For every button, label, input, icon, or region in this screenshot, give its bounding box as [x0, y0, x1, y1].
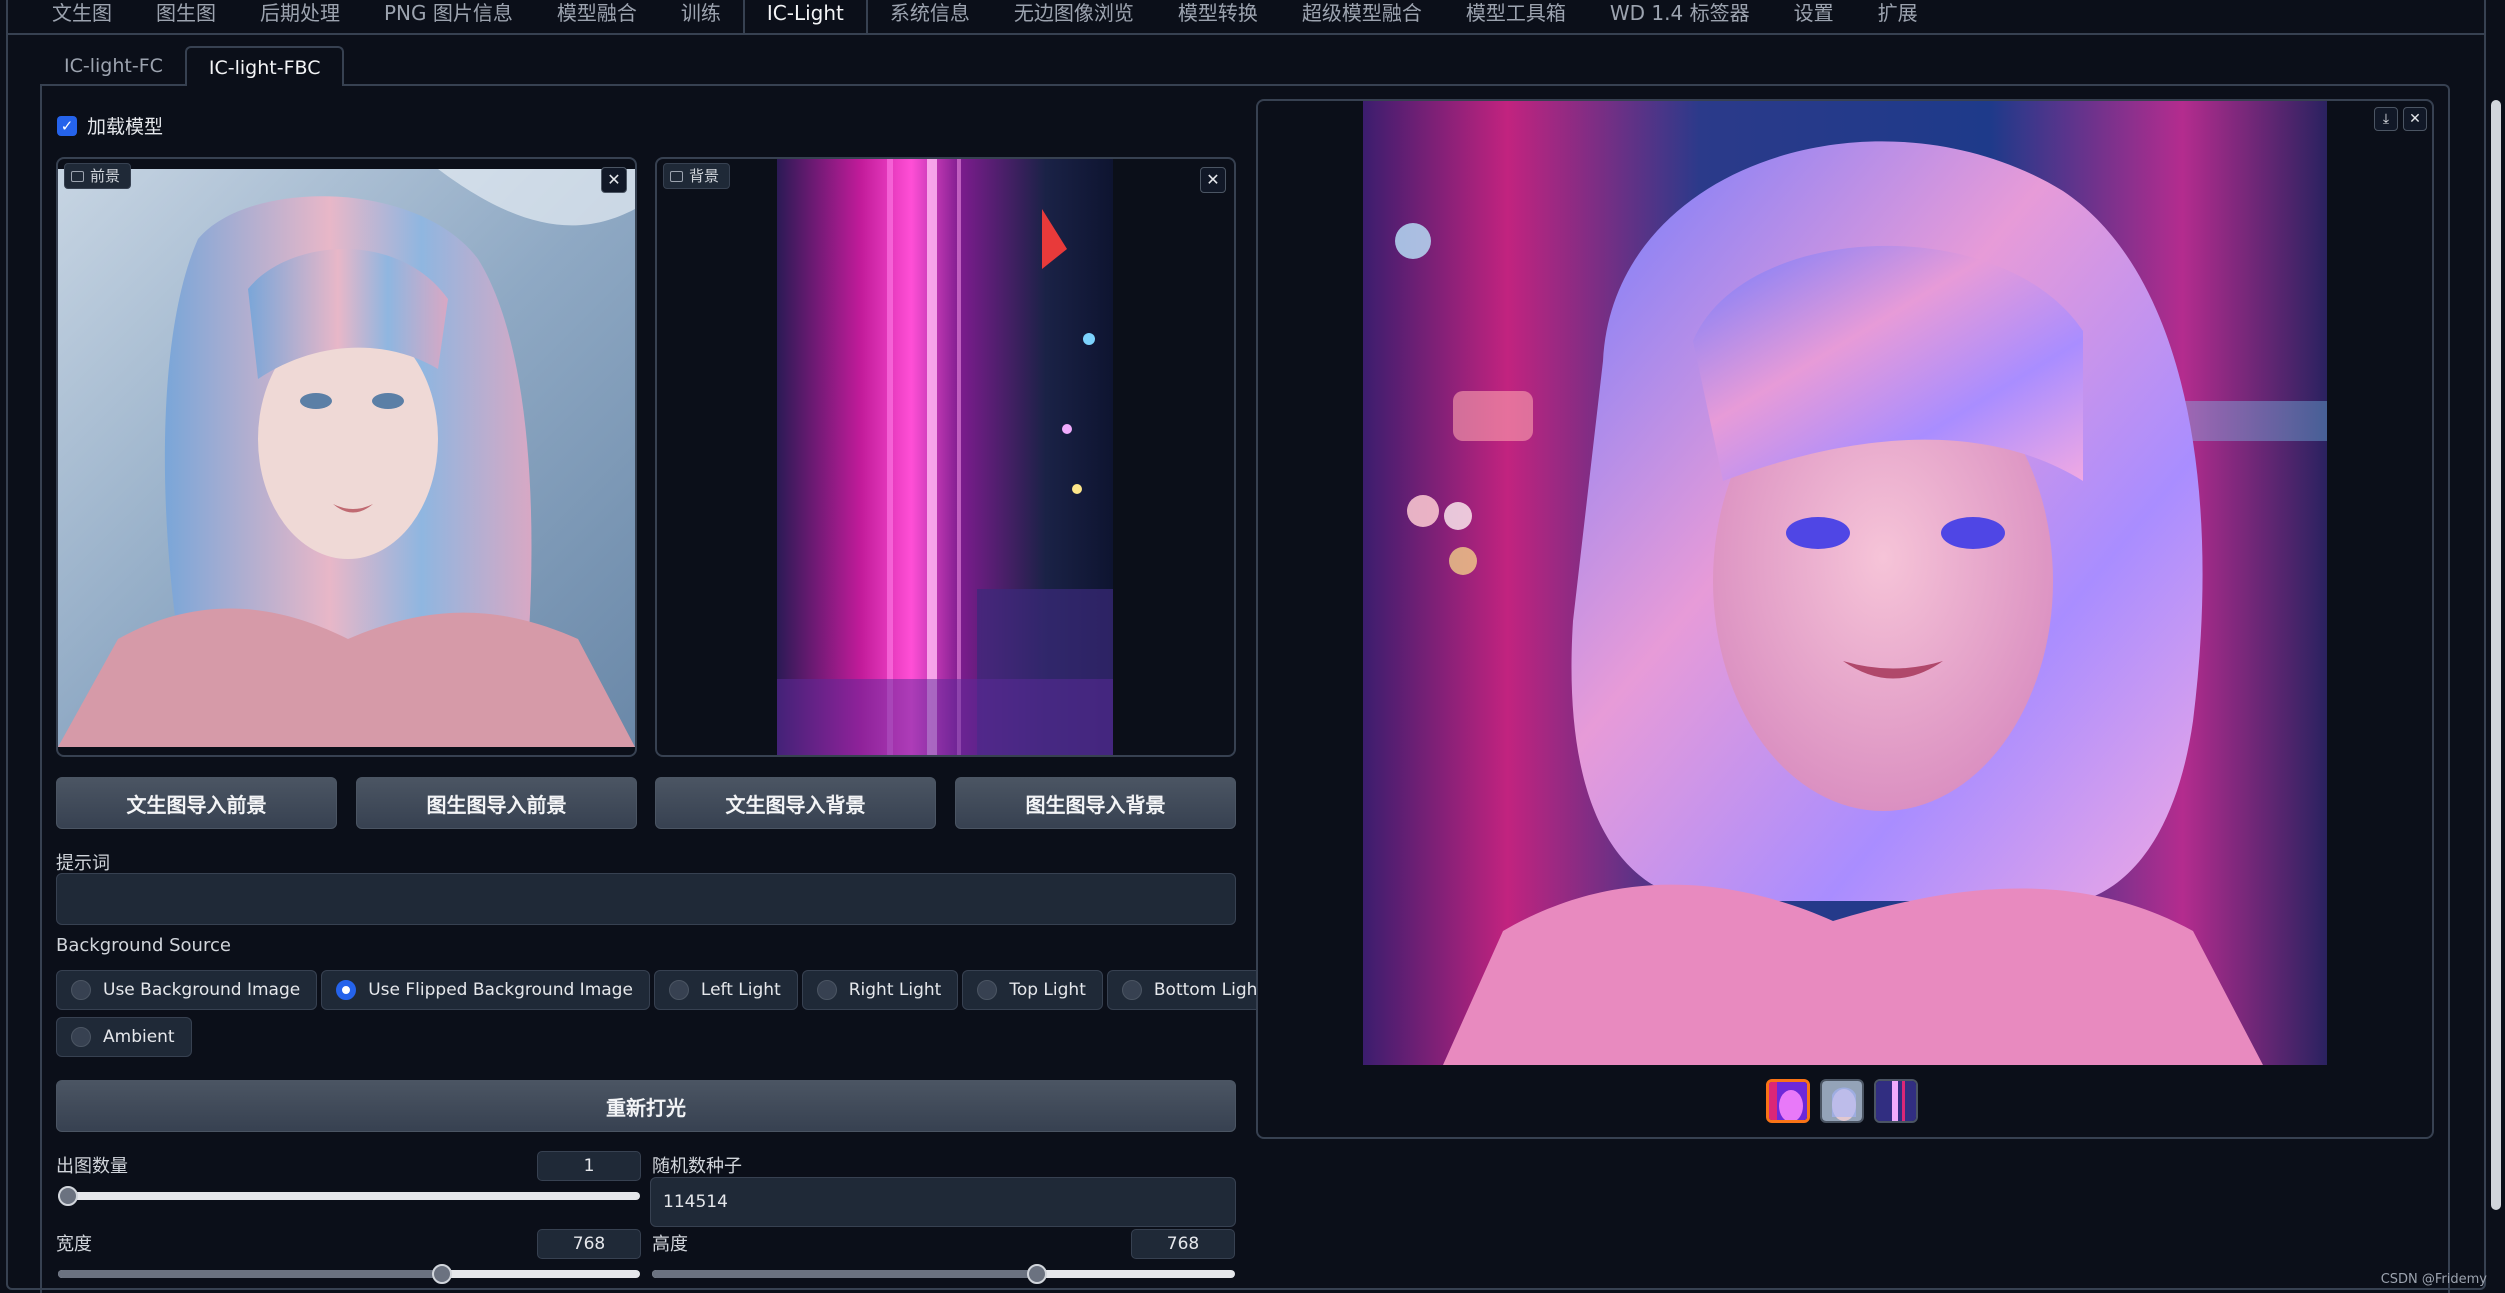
radio-dot — [71, 980, 91, 1000]
width-slider-thumb[interactable] — [432, 1264, 452, 1284]
relight-button[interactable]: 重新打光 — [56, 1080, 1236, 1132]
height-label: 高度 — [652, 1234, 688, 1255]
tab-system-info[interactable]: 系统信息 — [868, 0, 992, 34]
background-image-box[interactable]: 背景 ✕ — [655, 157, 1236, 757]
load-model-label: 加载模型 — [87, 116, 164, 138]
txt2img-to-foreground-button[interactable]: 文生图导入前景 — [56, 777, 337, 829]
tab-model-merge[interactable]: 模型融合 — [535, 0, 659, 34]
radio-use-flipped-background-image[interactable]: Use Flipped Background Image — [321, 970, 650, 1010]
radio-dot — [977, 980, 998, 1000]
load-model-row: ✓ 加载模型 — [57, 112, 163, 139]
batch-count-input[interactable]: 1 — [537, 1151, 641, 1181]
close-icon: ✕ — [607, 170, 621, 189]
background-close-button[interactable]: ✕ — [1200, 167, 1226, 193]
radio-right-light[interactable]: Right Light — [801, 970, 959, 1010]
background-source-radios-row2: Ambient — [56, 1017, 192, 1057]
radio-label: Right Light — [848, 980, 942, 1000]
prompt-label: 提示词 — [56, 853, 110, 874]
width-slider[interactable] — [58, 1264, 640, 1284]
img2img-to-foreground-button[interactable]: 图生图导入前景 — [356, 777, 637, 829]
gallery-thumbnail[interactable] — [1874, 1079, 1918, 1123]
watermark: CSDN @Fridemy — [2380, 1272, 2487, 1287]
tab-model-toolkit[interactable]: 模型工具箱 — [1444, 0, 1588, 34]
foreground-image-box[interactable]: 前景 ✕ — [56, 157, 637, 757]
load-model-checkbox[interactable]: ✓ — [57, 115, 77, 136]
download-icon: ⤓ — [2382, 111, 2390, 127]
radio-dot — [71, 1027, 91, 1047]
tab-img2img[interactable]: 图生图 — [134, 0, 238, 34]
radio-dot — [668, 980, 689, 1000]
foreground-tag: 前景 — [64, 163, 132, 189]
background-label: 背景 — [689, 167, 720, 185]
tab-extensions[interactable]: 扩展 — [1856, 0, 1940, 34]
page-scrollbar[interactable] — [2491, 100, 2501, 1210]
tab-divider — [6, 33, 2485, 35]
foreground-photo — [58, 169, 635, 747]
tab-super-merge[interactable]: 超级模型融合 — [1280, 0, 1444, 34]
radio-dot — [1121, 980, 1142, 1000]
output-image[interactable] — [1363, 101, 2327, 1065]
batch-count-slider-thumb[interactable] — [58, 1186, 78, 1206]
tab-png-info[interactable]: PNG 图片信息 — [362, 0, 535, 34]
width-slider-fill — [58, 1270, 442, 1278]
radio-label: Bottom Light — [1153, 980, 1265, 1000]
width-input[interactable]: 768 — [537, 1229, 641, 1259]
radio-ambient[interactable]: Ambient — [56, 1017, 192, 1057]
radio-dot — [816, 980, 837, 1000]
radio-label: Top Light — [1009, 980, 1086, 1000]
background-tag: 背景 — [663, 163, 731, 189]
tab-extras[interactable]: 后期处理 — [238, 0, 362, 34]
width-label: 宽度 — [56, 1234, 92, 1255]
radio-label: Use Flipped Background Image — [368, 980, 633, 1000]
tab-train[interactable]: 训练 — [659, 0, 743, 34]
foreground-label: 前景 — [90, 167, 121, 185]
tab-infinite-browser[interactable]: 无边图像浏览 — [992, 0, 1156, 34]
gallery-thumbnails — [1766, 1079, 1918, 1123]
radio-label: Ambient — [103, 1027, 175, 1047]
tab-ic-light[interactable]: IC-Light — [742, 0, 868, 34]
tab-settings[interactable]: 设置 — [1772, 0, 1856, 34]
check-icon: ✓ — [60, 116, 74, 135]
background-source-radios-row1: Use Background Image Use Flipped Backgro… — [56, 970, 1282, 1010]
radio-left-light[interactable]: Left Light — [653, 970, 798, 1010]
main-tab-bar: 文生图 图生图 后期处理 PNG 图片信息 模型融合 训练 IC-Light 系… — [30, 0, 1940, 34]
tab-ic-light-fbc[interactable]: IC-light-FBC — [184, 46, 345, 86]
radio-top-light[interactable]: Top Light — [962, 970, 1103, 1010]
gallery-close-button[interactable]: ✕ — [2403, 107, 2427, 131]
prompt-textarea[interactable] — [56, 873, 1236, 925]
background-source-label: Background Source — [56, 935, 231, 956]
radio-dot-selected — [336, 980, 357, 1000]
seed-label: 随机数种子 — [652, 1156, 742, 1177]
sub-tab-bar: IC-light-FC IC-light-FBC — [42, 46, 345, 86]
gallery-thumbnail[interactable] — [1766, 1079, 1810, 1123]
batch-count-slider[interactable] — [58, 1186, 640, 1206]
radio-bottom-light[interactable]: Bottom Light — [1106, 970, 1282, 1010]
batch-count-label: 出图数量 — [56, 1156, 128, 1177]
seed-input[interactable]: 114514 — [650, 1177, 1236, 1227]
close-icon: ✕ — [2409, 111, 2421, 127]
txt2img-to-background-button[interactable]: 文生图导入背景 — [655, 777, 936, 829]
radio-use-background-image[interactable]: Use Background Image — [56, 970, 318, 1010]
output-gallery: ⤓ ✕ — [1256, 99, 2434, 1139]
tab-ic-light-fc[interactable]: IC-light-FC — [42, 46, 185, 86]
height-slider-thumb[interactable] — [1027, 1264, 1047, 1284]
img2img-to-background-button[interactable]: 图生图导入背景 — [955, 777, 1236, 829]
radio-label: Left Light — [700, 980, 781, 1000]
height-input[interactable]: 768 — [1131, 1229, 1235, 1259]
height-slider[interactable] — [652, 1264, 1235, 1284]
image-icon — [71, 170, 84, 182]
height-slider-fill — [652, 1270, 1037, 1278]
radio-label: Use Background Image — [103, 980, 301, 1000]
download-button[interactable]: ⤓ — [2374, 107, 2398, 131]
background-photo — [777, 159, 1113, 755]
image-icon — [670, 170, 683, 182]
tab-model-convert[interactable]: 模型转换 — [1156, 0, 1280, 34]
tab-wd-tagger[interactable]: WD 1.4 标签器 — [1588, 0, 1772, 34]
tab-txt2img[interactable]: 文生图 — [30, 0, 134, 34]
gallery-thumbnail[interactable] — [1820, 1079, 1864, 1123]
close-icon: ✕ — [1206, 170, 1220, 189]
foreground-close-button[interactable]: ✕ — [601, 167, 627, 193]
